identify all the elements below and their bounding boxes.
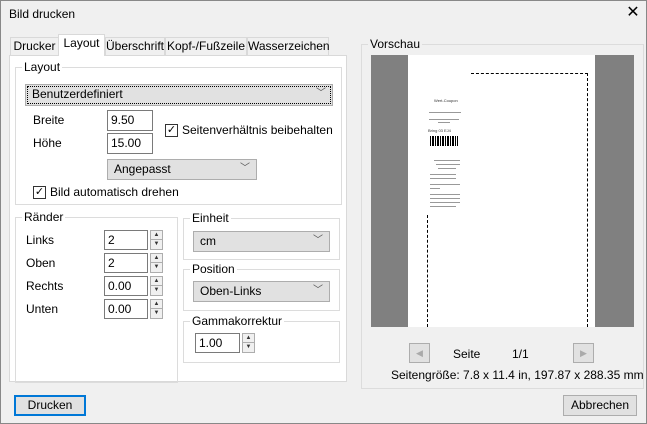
position-group-label: Position — [190, 262, 237, 276]
dialog-title: Bild drucken — [9, 7, 76, 21]
tab-wasserzeichen[interactable]: Wasserzeichen — [247, 37, 330, 56]
auto-rotate-label: Bild automatisch drehen — [50, 185, 179, 199]
layout-preset-value: Benutzerdefiniert — [32, 87, 123, 101]
chevron-down-icon: ﹀ — [313, 235, 323, 246]
page-size-text: Seitengröße: 7.8 x 11.4 in, 197.87 x 288… — [391, 368, 644, 382]
width-label: Breite — [33, 113, 65, 127]
width-input[interactable]: 9.50 — [107, 110, 153, 131]
margins-group-label: Ränder — [22, 210, 66, 224]
coupon-code: Bring 03 EJ4 — [428, 128, 451, 133]
print-dialog: Bild drucken ✕ Drucker Layout Überschrif… — [0, 0, 647, 424]
tab-panel-layout: Layout Benutzerdefiniert ﹀ Breite 9.50 Hö… — [9, 55, 347, 383]
page-counter: 1/1 — [512, 347, 529, 361]
margin-right-input[interactable]: 0.00 — [104, 276, 148, 296]
margin-right-spinner[interactable]: ▲ ▼ — [150, 276, 163, 296]
gamma-input[interactable]: 1.00 — [195, 333, 240, 353]
next-page-button[interactable]: ▶ — [573, 343, 594, 363]
layout-group-label: Layout — [22, 60, 63, 74]
chevron-down-icon: ﹀ — [313, 285, 323, 296]
keep-ratio-checkbox[interactable]: ✓ — [165, 124, 178, 137]
unit-group: Einheit cm ﹀ — [183, 211, 340, 260]
margin-left-spinner[interactable]: ▲ ▼ — [150, 230, 163, 250]
margin-left-input[interactable]: 2 — [104, 230, 148, 250]
layout-group: Layout Benutzerdefiniert ﹀ Breite 9.50 Hö… — [15, 60, 342, 205]
unit-select[interactable]: cm ﹀ — [193, 231, 330, 252]
page-label: Seite — [453, 347, 481, 361]
unit-value: cm — [200, 234, 216, 248]
margin-top-input[interactable]: 2 — [104, 253, 148, 273]
layout-preset-select[interactable]: Benutzerdefiniert ﹀ — [25, 84, 333, 106]
tab-drucker[interactable]: Drucker — [10, 37, 59, 56]
auto-rotate-checkbox[interactable]: ✓ — [33, 186, 46, 199]
print-button[interactable]: Drucken — [14, 395, 86, 416]
margin-guide-right — [587, 73, 588, 327]
margin-top-spinner[interactable]: ▲ ▼ — [150, 253, 163, 273]
height-input[interactable]: 15.00 — [107, 133, 153, 154]
preview-page: Wert-Coupon Bring 03 EJ4 — [408, 55, 595, 327]
margin-right-label: Rechts — [26, 279, 64, 293]
close-icon[interactable]: ✕ — [623, 3, 643, 23]
barcode-icon — [430, 136, 458, 146]
margin-guide-top — [471, 73, 588, 74]
position-select[interactable]: Oben-Links ﹀ — [193, 281, 330, 302]
gamma-group: Gammakorrektur 1.00 ▲ ▼ — [183, 314, 340, 363]
margin-top-label: Oben — [26, 256, 56, 270]
fit-select[interactable]: Angepasst ﹀ — [107, 159, 257, 180]
margin-bottom-label: Unten — [26, 302, 59, 316]
margin-left-label: Links — [26, 233, 55, 247]
gamma-group-label: Gammakorrektur — [190, 314, 285, 328]
height-label: Höhe — [33, 136, 62, 150]
coupon-title: Wert-Coupon — [434, 98, 458, 103]
chevron-down-icon: ﹀ — [240, 163, 250, 174]
margin-bottom-input[interactable]: 0.00 — [104, 299, 148, 319]
position-group: Position Oben-Links ﹀ — [183, 262, 340, 311]
position-value: Oben-Links — [200, 284, 262, 298]
margin-guide-left — [427, 215, 428, 327]
prev-page-button[interactable]: ◀ — [409, 343, 430, 363]
preview-area: Wert-Coupon Bring 03 EJ4 — [371, 55, 634, 327]
cancel-button[interactable]: Abbrechen — [563, 395, 637, 416]
keep-ratio-label: Seitenverhältnis beibehalten — [182, 123, 333, 137]
gamma-spinner[interactable]: ▲ ▼ — [242, 333, 255, 353]
fit-value: Angepasst — [114, 162, 171, 176]
chevron-down-icon: ﹀ — [316, 88, 326, 99]
tab-layout[interactable]: Layout — [58, 34, 105, 56]
unit-group-label: Einheit — [190, 211, 231, 225]
tab-kopf-fusszeile[interactable]: Kopf-/Fußzeile — [165, 37, 247, 56]
margin-bottom-spinner[interactable]: ▲ ▼ — [150, 299, 163, 319]
preview-group-label: Vorschau — [368, 37, 423, 51]
tab-ueberschrift[interactable]: Überschrift — [105, 37, 165, 56]
margins-group: Ränder Links 2 ▲ ▼ Oben 2 ▲ ▼ Rechts 0.00 … — [15, 210, 178, 383]
